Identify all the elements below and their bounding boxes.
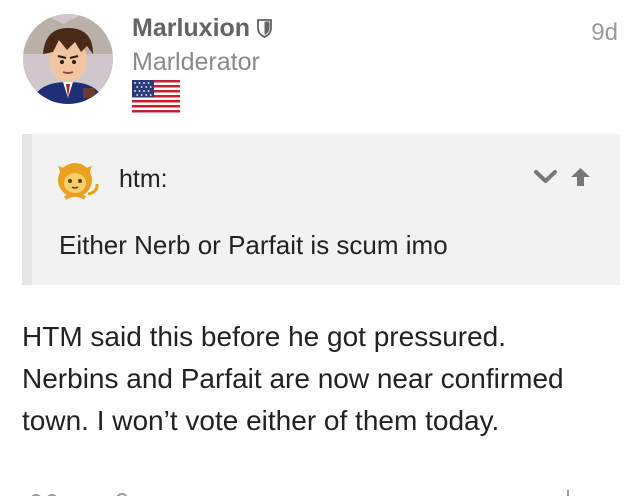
post-author[interactable]: Marluxion: [132, 14, 272, 43]
username-text[interactable]: Marluxion: [132, 14, 250, 43]
quote-block: htm: Either Nerb or Parfait is scum imo: [22, 134, 620, 285]
quote-controls: [532, 165, 594, 187]
post-line: Nerbins and Parfait are now near confirm…: [22, 363, 564, 394]
user-title: Marlderator: [132, 48, 260, 76]
quote-text: Either Nerb or Parfait is scum imo: [59, 230, 448, 260]
avatar-illustration: [23, 14, 113, 104]
post-timestamp[interactable]: 9d: [591, 19, 618, 47]
post-actions-edge: [31, 490, 569, 496]
user-avatar[interactable]: [23, 14, 113, 104]
post-line: town. I won’t vote either of them today.: [22, 405, 500, 436]
shield-icon: [257, 19, 272, 38]
post-line: HTM said this before he got pressured.: [22, 321, 507, 352]
arrow-up-icon[interactable]: [567, 165, 594, 187]
us-flag-icon: [132, 80, 180, 113]
quote-author[interactable]: htm:: [119, 165, 168, 194]
quote-avatar[interactable]: [55, 160, 101, 202]
chevron-down-icon[interactable]: [532, 165, 559, 187]
post-body: HTM said this before he got pressured. N…: [22, 316, 620, 442]
